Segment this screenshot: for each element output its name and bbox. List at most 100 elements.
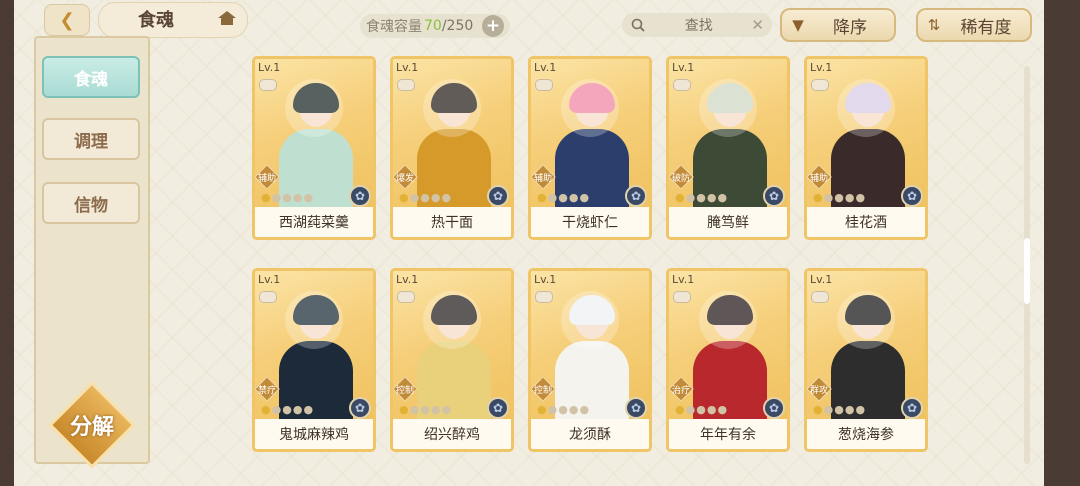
character-face [437, 301, 471, 339]
character-figure [825, 295, 909, 421]
star-icon: ● [834, 403, 845, 416]
star-rating: ●●●●● [675, 191, 728, 204]
star-icon: ● [282, 403, 293, 416]
star-icon: ● [834, 191, 845, 204]
lock-toggle-icon[interactable] [535, 291, 553, 303]
sort-order-button[interactable]: ▼ 降序 [780, 8, 896, 42]
search-label: 查找 [684, 18, 713, 34]
food-soul-card[interactable]: Lv.1 破防 ●●●●● ✿ 腌笃鲜 [666, 56, 790, 240]
lock-toggle-icon[interactable] [259, 291, 277, 303]
tab-tokens[interactable]: 信物 [42, 182, 140, 224]
star-icon: ● [537, 403, 548, 416]
character-hair [707, 295, 753, 325]
lock-toggle-icon[interactable] [811, 79, 829, 91]
star-icon: ● [558, 191, 569, 204]
food-soul-card[interactable]: Lv.1 控制 ●●●●● ✿ 绍兴醉鸡 [390, 268, 514, 452]
back-button[interactable]: ❮ [44, 4, 90, 36]
star-icon: ● [717, 403, 729, 416]
back-arrow-icon: ❮ [59, 9, 75, 31]
rarity-flower-icon: ✿ [487, 397, 509, 419]
star-icon: ● [813, 403, 824, 416]
star-icon: ● [303, 191, 315, 204]
capacity-label: 食魂容量 [366, 19, 422, 35]
role-badge: 禁疗 [255, 377, 279, 401]
star-rating: ●●●●● [261, 403, 314, 416]
character-figure [411, 83, 495, 209]
home-icon[interactable] [216, 9, 238, 27]
clear-search-icon[interactable]: ✕ [751, 16, 764, 34]
star-icon: ● [441, 191, 453, 204]
food-soul-card[interactable]: Lv.1 禁疗 ●●●●● ✿ 鬼城麻辣鸡 [252, 268, 376, 452]
sort-rarity-button[interactable]: ⇅ 稀有度 [916, 8, 1032, 42]
character-figure [825, 83, 909, 209]
star-icon: ● [717, 191, 729, 204]
character-face [713, 89, 747, 127]
lock-toggle-icon[interactable] [673, 291, 691, 303]
role-badge: 治疗 [669, 377, 693, 401]
character-hair [569, 295, 615, 325]
level-label: Lv.1 [672, 61, 695, 74]
character-face [851, 301, 885, 339]
level-label: Lv.1 [258, 61, 281, 74]
character-name: 西湖莼菜羹 [255, 207, 373, 237]
role-label: 辅助 [809, 173, 828, 184]
character-figure [411, 295, 495, 421]
star-icon: ● [399, 403, 410, 416]
lock-toggle-icon[interactable] [397, 79, 415, 91]
star-icon: ● [813, 191, 824, 204]
character-name: 鬼城麻辣鸡 [255, 419, 373, 449]
star-icon: ● [844, 403, 856, 416]
level-label: Lv.1 [396, 61, 419, 74]
star-icon: ● [537, 191, 548, 204]
food-soul-card[interactable]: Lv.1 控制 ●●●●● ✿ 龙须酥 [528, 268, 652, 452]
star-icon: ● [823, 403, 835, 416]
lock-toggle-icon[interactable] [673, 79, 691, 91]
food-soul-card[interactable]: Lv.1 治疗 ●●●●● ✿ 年年有余 [666, 268, 790, 452]
rarity-flower-icon: ✿ [625, 185, 647, 207]
role-label: 控制 [395, 385, 414, 396]
scrollbar-thumb[interactable] [1024, 238, 1030, 304]
decompose-button[interactable]: 分解 [48, 381, 136, 469]
star-icon: ● [685, 191, 697, 204]
star-icon: ● [706, 403, 718, 416]
role-badge: 辅助 [531, 165, 555, 189]
character-figure [687, 83, 771, 209]
star-icon: ● [855, 403, 867, 416]
star-icon: ● [685, 403, 697, 416]
character-name: 绍兴醉鸡 [393, 419, 511, 449]
food-soul-card[interactable]: Lv.1 辅助 ●●●●● ✿ 西湖莼菜羹 [252, 56, 376, 240]
star-rating: ●●●●● [813, 403, 866, 416]
lock-toggle-icon[interactable] [259, 79, 277, 91]
star-icon: ● [420, 191, 431, 204]
character-figure [273, 83, 357, 209]
rarity-flower-icon: ✿ [901, 185, 923, 207]
tab-food-souls[interactable]: 食魂 [42, 56, 140, 98]
sort-rarity-label: 稀有度 [960, 17, 1012, 38]
level-label: Lv.1 [810, 61, 833, 74]
capacity-total: /250 [441, 18, 474, 34]
lock-toggle-icon[interactable] [535, 79, 553, 91]
tab-cooking[interactable]: 调理 [42, 118, 140, 160]
role-badge: 爆发 [393, 165, 417, 189]
food-soul-card[interactable]: Lv.1 辅助 ●●●●● ✿ 桂花酒 [804, 56, 928, 240]
star-icon: ● [292, 191, 304, 204]
lock-toggle-icon[interactable] [397, 291, 415, 303]
star-rating: ●●●●● [399, 191, 452, 204]
character-hair [293, 83, 339, 113]
lock-toggle-icon[interactable] [811, 291, 829, 303]
role-label: 辅助 [533, 173, 552, 184]
level-label: Lv.1 [534, 61, 557, 74]
search-box[interactable]: 查找 ✕ [622, 13, 772, 37]
role-label: 禁疗 [257, 385, 276, 396]
expand-capacity-button[interactable]: + [482, 15, 504, 37]
rarity-flower-icon: ✿ [349, 397, 371, 419]
star-icon: ● [303, 403, 315, 416]
food-soul-card[interactable]: Lv.1 爆发 ●●●●● ✿ 热干面 [390, 56, 514, 240]
character-name: 腌笃鲜 [669, 207, 787, 237]
star-icon: ● [558, 403, 569, 416]
food-soul-card[interactable]: Lv.1 群攻 ●●●●● ✿ 葱烧海参 [804, 268, 928, 452]
food-soul-card[interactable]: Lv.1 辅助 ●●●●● ✿ 干烧虾仁 [528, 56, 652, 240]
star-rating: ●●●●● [399, 403, 452, 416]
star-rating: ●●●●● [813, 191, 866, 204]
swap-icon: ⇅ [927, 16, 941, 34]
